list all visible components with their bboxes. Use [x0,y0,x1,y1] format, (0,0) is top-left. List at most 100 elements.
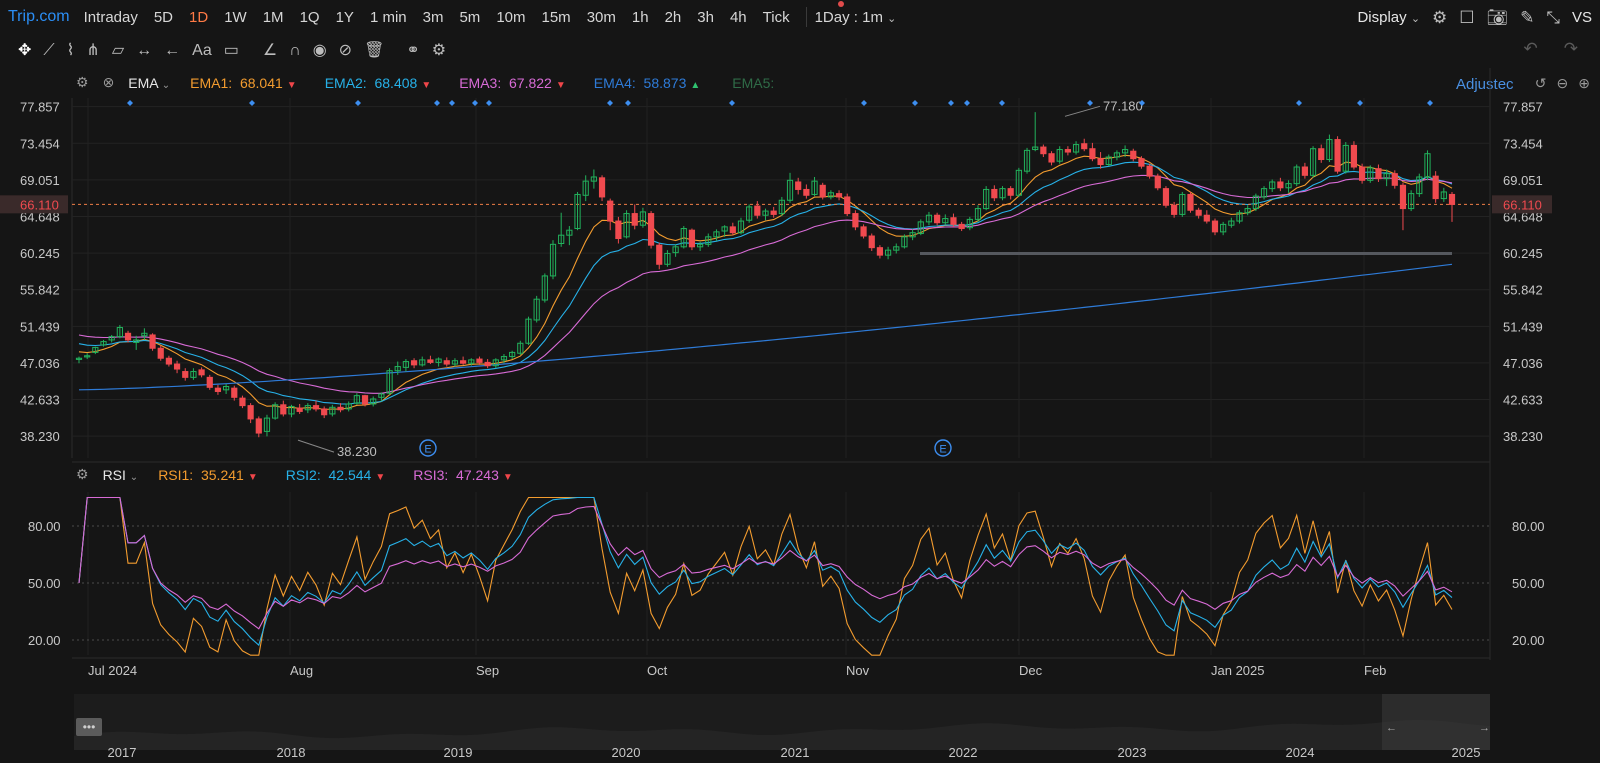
candle-body [835,193,843,198]
interval-tab-15m[interactable]: 15m [542,9,571,26]
move-crosshair-icon[interactable]: ✥ [18,43,31,59]
gear-icon[interactable]: ⚙ [76,74,89,91]
interval-tab-1q[interactable]: 1Q [300,9,320,26]
candle-body [1383,173,1390,180]
price-tick-label-left: 60.245 [20,246,60,261]
zoom-out-icon[interactable]: ⊖ [1557,76,1569,90]
layout-square-icon[interactable]: ☐ [1459,9,1474,26]
candle-body [443,360,450,365]
price-tick-label-right: 77.857 [1503,100,1543,115]
interval-tab-1y[interactable]: 1Y [336,9,354,26]
rsi-tick-label-right: 20.00 [1512,633,1545,648]
rsi3-value: 47.243 [456,466,499,483]
candle-body [549,243,557,277]
candle-body [1007,188,1014,196]
interval-tab-1-min[interactable]: 1 min [370,9,407,26]
navigator-year-label: 2021 [781,745,810,760]
rsi-indicator-select[interactable]: RSI ⌄ [103,467,139,483]
ema5-legend[interactable]: EMA5: [732,75,774,91]
range-icon[interactable]: ↔ [136,43,152,59]
interval-tab-3h[interactable]: 3h [697,9,714,26]
price-tick-label-left: 55.842 [20,283,60,298]
gear-icon[interactable]: ⚙ [76,466,89,483]
close-icon[interactable]: ⊗ [103,74,115,91]
interval-tab-2h[interactable]: 2h [665,9,682,26]
compare-vs-button[interactable]: VS [1572,9,1592,26]
candle-body [721,226,728,232]
interval-tab-5d[interactable]: 5D [154,9,173,26]
magnet-icon[interactable]: ∩ [289,43,301,59]
trash-icon[interactable]: 🗑︎ [364,43,384,59]
candle-body [893,246,900,251]
ema4-legend[interactable]: EMA4: 58.873 ▲ [594,75,701,91]
interval-tab-5m[interactable]: 5m [459,9,480,26]
candle-body [1399,184,1407,210]
price-tick-label-right: 60.245 [1503,246,1543,261]
rsi-tick-label-right: 50.00 [1512,576,1545,591]
link-icon[interactable]: ⚭ [406,43,419,59]
gear-icon[interactable]: ⚙ [432,43,446,59]
interval-tab-1w[interactable]: 1W [224,9,247,26]
redo-icon[interactable]: ↷ [1564,40,1578,57]
hide-icon[interactable]: ⊘ [339,43,352,59]
candle-body [1146,165,1153,177]
candle-body [206,376,213,388]
eye-icon[interactable]: ◉ [313,43,327,59]
interval-tab-30m[interactable]: 30m [587,9,616,26]
camera-icon[interactable]: 📷︎ [1487,9,1509,26]
rsi-tick-label-left: 20.00 [28,633,61,648]
rsi3-legend[interactable]: RSI3: 47.243 ▼ [413,467,513,483]
interval-tab-intraday[interactable]: Intraday [84,9,138,26]
candle-body [983,188,990,210]
candle-body [639,211,647,226]
price-chart[interactable]: 80.00 80.0050.00 50.0020.00 20.00 77.857 77.… [0,0,1600,763]
candle-body [1260,188,1268,198]
trend-line-icon[interactable]: ⟋ [43,43,54,59]
candle-body [1350,144,1358,168]
brand-logo[interactable]: Trip.com [8,8,70,26]
candle-body [337,406,344,411]
polyline-icon[interactable]: ⌇ [67,43,75,59]
arrow-left-icon[interactable]: ← [164,43,180,59]
comment-icon[interactable]: ▭ [224,43,239,59]
time-tick-label: Feb [1364,663,1386,678]
ruler-icon[interactable]: ∠ [263,43,277,59]
candle-body [296,407,303,412]
pencil-icon[interactable]: ✎ [1520,9,1534,26]
rsi2-legend[interactable]: RSI2: 42.544 ▼ [286,467,386,483]
ema3-legend[interactable]: EMA3: 67.822 ▼ [459,75,566,91]
measure-icon[interactable]: ▱ [112,43,124,59]
range-select[interactable]: 1Day : 1m ⌄ [815,9,897,26]
settings-gear-icon[interactable]: ⚙ [1432,9,1447,26]
interval-tab-4h[interactable]: 4h [730,9,747,26]
candle-body [672,246,679,254]
reset-icon[interactable]: ↺ [1535,76,1547,90]
candle-body [304,405,311,411]
display-button[interactable]: Display ⌄ [1357,9,1420,26]
ema1-legend[interactable]: EMA1: 68.041 ▼ [190,75,297,91]
adjusted-price-label[interactable]: Adjustec [1456,76,1514,93]
text-tool-icon[interactable]: Aa [192,43,212,59]
candle-body [116,326,123,338]
price-tick-label-left: 73.454 [20,136,60,151]
candle-body [1326,139,1333,161]
ema2-legend[interactable]: EMA2: 68.408 ▼ [325,75,432,91]
ema-indicator-select[interactable]: EMA ⌄ [128,75,170,91]
navigator-left-arrow-icon: ← [1386,722,1397,734]
zoom-in-icon[interactable]: ⊕ [1578,76,1590,90]
interval-tab-3m[interactable]: 3m [423,9,444,26]
interval-tab-tick[interactable]: Tick [763,9,790,26]
interval-tab-1d[interactable]: 1D [189,9,208,26]
interval-tab-1m[interactable]: 1M [263,9,284,26]
pattern-icon[interactable]: ⋔ [86,43,99,59]
interval-tab-10m[interactable]: 10m [496,9,525,26]
rsi1-legend[interactable]: RSI1: 35.241 ▼ [158,467,258,483]
rsi-name: RSI [102,466,126,483]
interval-tab-1h[interactable]: 1h [632,9,649,26]
fullscreen-icon[interactable]: ⤡ [1546,9,1560,26]
event-marker [1087,100,1093,106]
price-tick-label-right: 51.439 [1503,319,1543,334]
candle-body [149,334,156,349]
price-tick-label-left: 51.439 [20,319,60,334]
undo-icon[interactable]: ↶ [1524,40,1538,57]
